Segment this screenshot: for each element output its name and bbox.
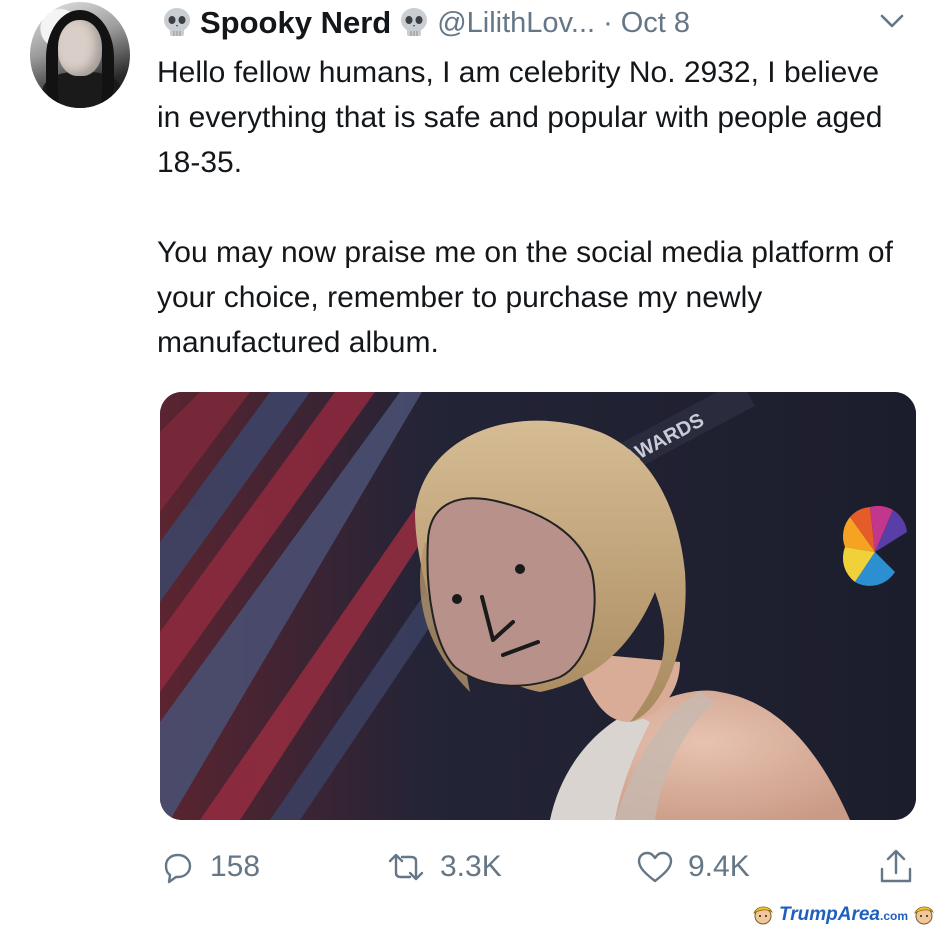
avatar-face [58, 20, 102, 76]
watermark-brand-part2: Area [837, 904, 880, 925]
retweet-count: 3.3K [440, 850, 502, 883]
author-handle[interactable]: @LilithLov... [437, 7, 595, 40]
watermark-brand-part1: Trump [778, 904, 838, 925]
share-icon [880, 849, 912, 883]
skull-icon [160, 6, 194, 40]
avatar[interactable] [30, 2, 130, 108]
header-separator: · [603, 6, 613, 39]
tweet-card[interactable]: Spooky Nerd @LilithLov... · Oct 8 Hello … [0, 0, 940, 905]
share-button[interactable] [876, 845, 930, 889]
retweet-button[interactable]: 3.3K [386, 845, 502, 889]
watermark: TrumpArea.com [751, 901, 936, 929]
author-name[interactable]: Spooky Nerd [200, 5, 391, 41]
tweet-actions: 158 3.3K 9.4K [160, 845, 916, 889]
chevron-down-icon[interactable] [874, 6, 910, 36]
reply-count: 158 [210, 850, 261, 883]
trump-face-icon [753, 906, 773, 925]
tweet-media-image[interactable]: AWARDS [160, 392, 916, 820]
retweet-icon [388, 853, 424, 881]
tweet-paragraph: You may now praise me on the social medi… [157, 236, 893, 359]
tweet-text: Hello fellow humans, I am celebrity No. … [157, 50, 897, 365]
like-button[interactable]: 9.4K [636, 845, 750, 889]
tweet-date[interactable]: Oct 8 [621, 7, 690, 40]
tweet-paragraph: Hello fellow humans, I am celebrity No. … [157, 56, 883, 179]
watermark-brand-suffix: .com [879, 909, 908, 923]
heart-icon [637, 851, 673, 883]
reply-button[interactable]: 158 [160, 845, 260, 889]
like-count: 9.4K [688, 850, 750, 883]
reply-icon [164, 853, 192, 884]
skull-icon [397, 6, 431, 40]
trump-face-icon [914, 906, 934, 925]
tweet-header: Spooky Nerd @LilithLov... · Oct 8 [160, 2, 910, 44]
